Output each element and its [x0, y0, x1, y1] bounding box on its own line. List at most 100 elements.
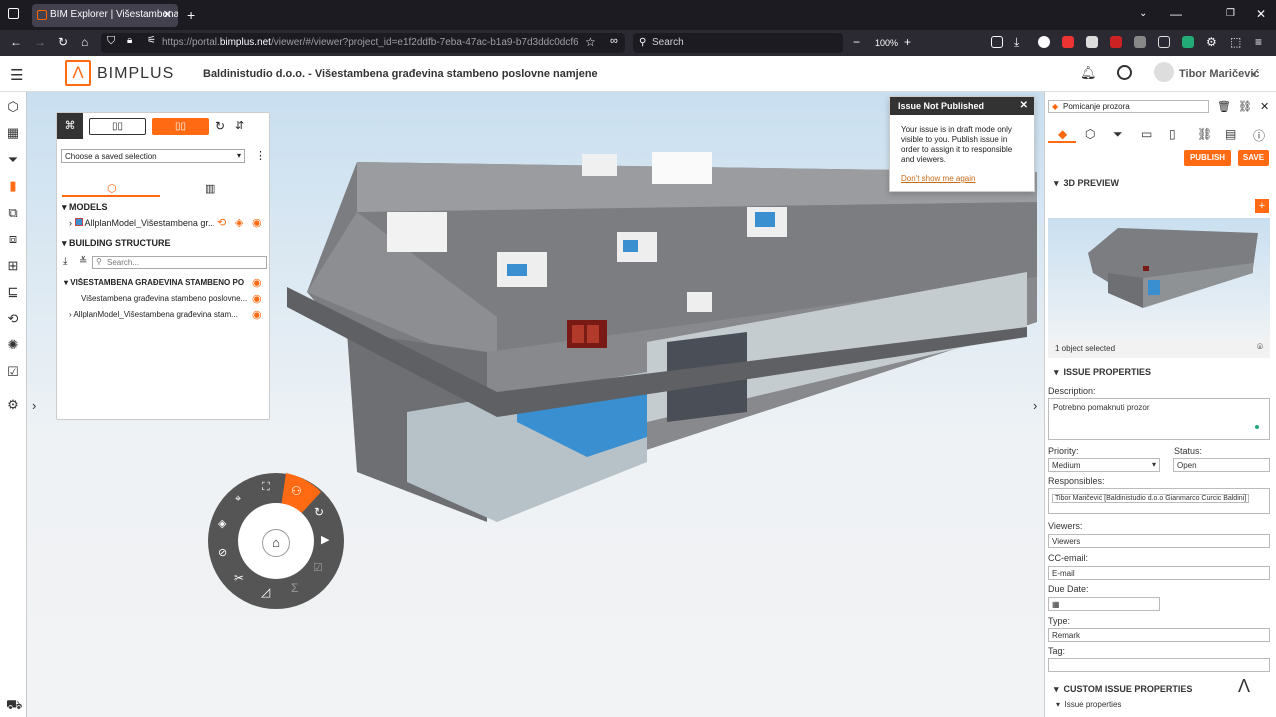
chevron-down-icon[interactable]: ⌄ — [1139, 8, 1147, 19]
extension-red-icon[interactable] — [1062, 36, 1074, 48]
issue-properties-section[interactable]: ▾ ISSUE PROPERTIES — [1054, 367, 1151, 378]
extension-a-icon[interactable] — [1134, 36, 1146, 48]
responsibles-field[interactable]: Tibor Maričević [Baldinistudio d.o.o Gia… — [1048, 488, 1270, 514]
preview-image[interactable] — [1048, 218, 1270, 338]
eye-model-icon[interactable]: ◉ — [252, 216, 262, 229]
extension-t-icon[interactable] — [1038, 36, 1050, 48]
layers-icon[interactable]: ⧈ — [6, 232, 20, 246]
layers-model-icon[interactable]: ◈ — [235, 216, 243, 229]
fullscreen-icon[interactable]: ⛶ — [262, 481, 270, 494]
eye-icon[interactable]: ◉ — [252, 276, 262, 289]
close-tab-icon[interactable]: ✕ — [163, 8, 172, 21]
reload-icon[interactable]: ↻ — [58, 35, 68, 49]
url-text[interactable]: https://portal.bimplus.net/viewer/#/view… — [162, 37, 578, 48]
user-name[interactable]: Tibor Maričević — [1179, 68, 1260, 80]
extension-grid-icon[interactable] — [1158, 36, 1170, 48]
rotate-icon[interactable]: ↻ — [314, 505, 324, 519]
reader-mask-icon[interactable]: ∞ — [610, 35, 618, 47]
calendar-icon[interactable]: ▦ — [1052, 600, 1060, 609]
description-textarea[interactable]: Potrebno pomaknuti prozor — [1048, 398, 1270, 440]
saved-selection-select[interactable]: Choose a saved selection ▾ — [61, 149, 245, 163]
filter-icon[interactable]: ⏷ — [6, 153, 20, 167]
avatar[interactable] — [1154, 62, 1174, 82]
overflow-menu-icon[interactable]: ≡ — [1255, 35, 1262, 49]
trash-icon[interactable]: 🗑︎ — [1217, 100, 1231, 113]
home-view-icon[interactable]: ⌂ — [262, 529, 290, 557]
save-button[interactable]: SAVE — [1238, 150, 1269, 166]
add-preview-button[interactable]: + — [1255, 199, 1269, 213]
home-icon[interactable]: ⌂ — [81, 35, 88, 49]
bookmark-star-icon[interactable]: ☆ — [585, 35, 596, 49]
user-menu-chevron-icon[interactable]: ▾ — [1252, 70, 1256, 79]
expand-all-icon[interactable]: ⤓ — [63, 256, 67, 267]
hierarchy-radial-icon[interactable]: ⚇ — [291, 484, 302, 498]
zoom-level[interactable]: 100% — [875, 38, 898, 48]
priority-select[interactable]: Medium ▾ — [1048, 458, 1160, 472]
light-icon[interactable]: ✺ — [6, 338, 20, 352]
dont-show-again-link[interactable]: Don't show me again — [890, 165, 1034, 183]
sigma-icon[interactable]: Σ — [291, 581, 298, 595]
download-icon[interactable]: ⤓ — [1014, 35, 1019, 50]
unlink-icon[interactable]: ⛓ — [1238, 100, 1252, 113]
scissors-icon[interactable]: ✂ — [234, 571, 244, 585]
pocket-icon[interactable] — [991, 36, 1003, 48]
expand-right-chevron-icon[interactable]: › — [1033, 398, 1037, 413]
restore-icon[interactable]: ❐ — [1226, 8, 1235, 19]
settings-icon[interactable]: ⚙ — [6, 398, 20, 412]
tree-root[interactable]: ▾ VIŠESTAMBENA GRAĐEVINA STAMBENO PO... — [64, 278, 244, 287]
hide-icon[interactable]: ⊘ — [218, 546, 227, 559]
camera-icon[interactable]: ▶ — [321, 533, 329, 546]
support-icon[interactable] — [1117, 65, 1132, 80]
zoom-out-icon[interactable]: − — [853, 35, 860, 49]
settings-gear-icon[interactable]: ⚙ — [1206, 35, 1217, 49]
eye-icon[interactable]: ◉ — [252, 292, 262, 305]
back-icon[interactable]: ← — [10, 35, 22, 49]
minimize-icon[interactable]: — — [1170, 7, 1182, 21]
location-pin-icon[interactable]: ⌖ — [235, 493, 241, 506]
split-view-right-button[interactable]: ▯▯ — [152, 118, 209, 135]
browser-search-input[interactable]: Search — [633, 33, 843, 53]
model-tab-cube-icon[interactable]: ⬡ — [107, 182, 117, 195]
tab-issue-icon[interactable]: ◆ — [1058, 127, 1067, 141]
hierarchy-icon[interactable]: ⊞ — [6, 259, 20, 273]
hamburger-menu-icon[interactable]: ☰ — [10, 66, 23, 84]
issues-icon[interactable]: ▮ — [6, 179, 20, 193]
3d-preview-section[interactable]: ▾ 3D PREVIEW — [1054, 178, 1119, 189]
tree-item[interactable]: › AllplanModel_Višestambena građevina st… — [69, 310, 248, 319]
checklist-icon[interactable]: ☑ — [6, 365, 20, 379]
tab-model-icon[interactable]: ⬡ — [1085, 127, 1095, 141]
map-tab-icon[interactable]: ▥ — [205, 182, 215, 195]
history-icon[interactable]: ⟲ — [6, 312, 20, 326]
model-row[interactable]: › AllplanModel_Višestambena gr... — [69, 218, 214, 228]
building-structure-section[interactable]: ▾ BUILDING STRUCTURE — [62, 238, 171, 249]
publish-button[interactable]: PUBLISH — [1184, 150, 1231, 166]
tab-links-icon[interactable]: ⛓ — [1197, 127, 1212, 141]
close-window-icon[interactable]: ✕ — [1256, 7, 1266, 21]
models-section[interactable]: ▾ MODELS — [62, 202, 108, 213]
tab-info-icon[interactable]: ⓘ — [1253, 127, 1265, 144]
layers-radial-icon[interactable]: ◈ — [218, 517, 226, 530]
more-vertical-icon[interactable]: ⋮ — [255, 149, 266, 162]
due-date-input[interactable]: ▦ — [1048, 597, 1160, 611]
close-popup-icon[interactable]: ✕ — [1020, 100, 1028, 111]
tab-attachments-icon[interactable]: ▯ — [1169, 127, 1176, 141]
compare-icon[interactable]: ⇵ — [235, 119, 244, 132]
tab-report-icon[interactable]: ▤ — [1225, 127, 1236, 141]
share-icon[interactable]: ⧉ — [6, 206, 20, 220]
tab-overview-icon[interactable] — [8, 8, 19, 19]
split-view-left-button[interactable]: ▯▯ — [89, 118, 146, 135]
cc-email-input[interactable]: E-mail — [1048, 566, 1270, 580]
expand-left-chevron-icon[interactable]: › — [32, 398, 36, 413]
forward-icon[interactable]: → — [34, 35, 46, 49]
close-panel-icon[interactable]: ✕ — [1260, 100, 1269, 113]
tree-item[interactable]: Višestambena građevina stambeno poslovne… — [81, 294, 248, 303]
history-model-icon[interactable]: ⟲ — [217, 216, 226, 229]
zoom-in-icon[interactable]: + — [904, 35, 911, 49]
type-select[interactable]: Remark — [1048, 628, 1270, 642]
custom-properties-item[interactable]: ▾ Issue properties — [1056, 700, 1121, 709]
cube-icon[interactable]: ⬡ — [6, 100, 20, 114]
extension-puzzle-icon[interactable] — [1086, 36, 1098, 48]
tab-filter-icon[interactable]: ⏷ — [1113, 127, 1123, 142]
cart-icon[interactable]: ⛟ — [6, 698, 22, 712]
issue-title-input[interactable]: ◆ Pomicanje prozora — [1048, 100, 1209, 113]
